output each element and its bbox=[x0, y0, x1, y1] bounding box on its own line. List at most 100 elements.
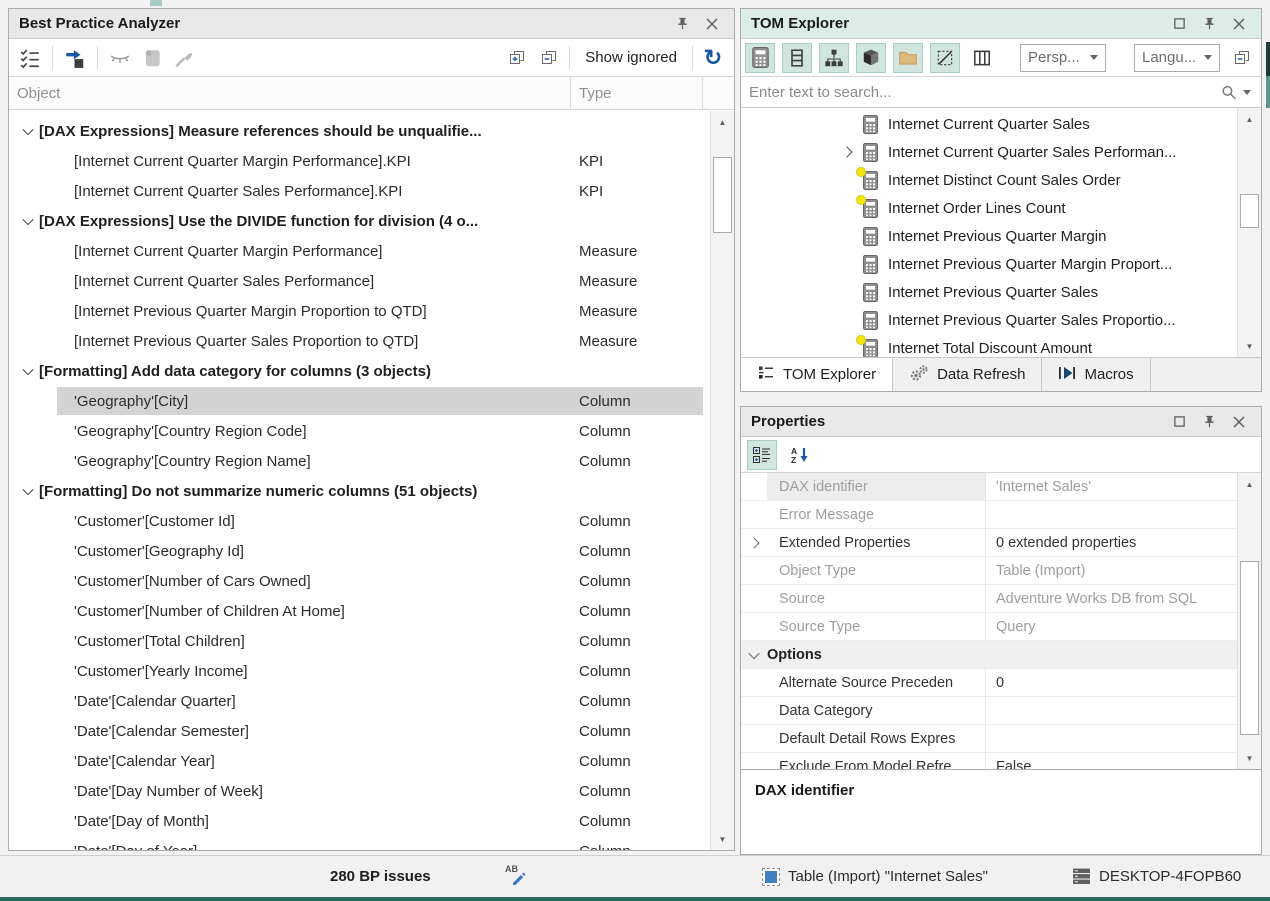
bpa-item-row[interactable]: 'Date'[Calendar Quarter]Column bbox=[9, 686, 708, 716]
bpa-item-row[interactable]: 'Geography'[Country Region Name]Column bbox=[9, 446, 708, 476]
tom-tree-item[interactable]: Internet Total Discount Amount bbox=[741, 334, 1261, 357]
filter-cube-button[interactable] bbox=[856, 43, 886, 73]
status-selected-object[interactable]: Table (Import) "Internet Sales" bbox=[762, 856, 988, 897]
scroll-thumb[interactable] bbox=[1240, 561, 1259, 735]
chevron-down-icon[interactable] bbox=[748, 647, 759, 658]
property-row[interactable]: Error Message bbox=[741, 501, 1261, 529]
filter-crossed-box-button[interactable] bbox=[930, 43, 960, 73]
sort-az-button[interactable]: AZ bbox=[785, 440, 815, 470]
property-value[interactable]: 0 bbox=[986, 669, 1261, 696]
property-value[interactable]: Adventure Works DB from SQL bbox=[986, 585, 1261, 612]
bpa-item-row[interactable]: 'Date'[Calendar Year]Column bbox=[9, 746, 708, 776]
bpa-pin-button[interactable] bbox=[674, 16, 690, 32]
tom-close-button[interactable] bbox=[1231, 16, 1247, 32]
tom-tree-item[interactable]: Internet Previous Quarter Sales bbox=[741, 278, 1261, 306]
bpa-item-row[interactable]: [Internet Current Quarter Margin Perform… bbox=[9, 236, 708, 266]
bpa-category-row[interactable]: [DAX Expressions] Measure references sho… bbox=[9, 116, 708, 146]
filter-table-rows-button[interactable] bbox=[782, 43, 812, 73]
properties-vertical-scrollbar[interactable]: ▲ ▼ bbox=[1237, 473, 1261, 769]
tab-macros[interactable]: Macros bbox=[1042, 358, 1150, 391]
property-row[interactable]: Source TypeQuery bbox=[741, 613, 1261, 641]
rename-ab-icon[interactable]: AB bbox=[505, 864, 531, 888]
property-row[interactable]: DAX identifier'Internet Sales' bbox=[741, 473, 1261, 501]
bpa-item-row[interactable]: [Internet Current Quarter Margin Perform… bbox=[9, 146, 708, 176]
collapse-all-button[interactable] bbox=[534, 43, 564, 73]
properties-close-button[interactable] bbox=[1231, 414, 1247, 430]
property-row[interactable]: Extended Properties0 extended properties bbox=[741, 529, 1261, 557]
scroll-down-arrow[interactable]: ▼ bbox=[1238, 747, 1261, 769]
chevron-right-icon[interactable] bbox=[841, 146, 852, 157]
chevron-down-icon[interactable] bbox=[22, 214, 33, 225]
bpa-item-row[interactable]: 'Customer'[Total Children]Column bbox=[9, 626, 708, 656]
tom-tree-item[interactable]: Internet Previous Quarter Sales Proporti… bbox=[741, 306, 1261, 334]
tom-tree-item[interactable]: Internet Previous Quarter Margin Proport… bbox=[741, 250, 1261, 278]
perspective-dropdown[interactable]: Persp... bbox=[1020, 44, 1106, 72]
scroll-up-arrow[interactable]: ▲ bbox=[1238, 473, 1261, 495]
property-group-header[interactable]: Options bbox=[741, 641, 1261, 669]
property-value[interactable] bbox=[986, 697, 1261, 724]
property-row[interactable]: Exclude From Model RefreFalse bbox=[741, 753, 1261, 769]
tom-tree-item[interactable]: Internet Order Lines Count bbox=[741, 194, 1261, 222]
search-options-chevron-icon[interactable] bbox=[1243, 90, 1251, 95]
property-value[interactable] bbox=[986, 501, 1261, 528]
scroll-down-arrow[interactable]: ▼ bbox=[711, 828, 734, 850]
tom-tree-item[interactable]: Internet Distinct Count Sales Order bbox=[741, 166, 1261, 194]
chevron-down-icon[interactable] bbox=[22, 124, 33, 135]
bpa-item-row[interactable]: 'Geography'[Country Region Code]Column bbox=[9, 416, 708, 446]
search-icon[interactable] bbox=[1220, 84, 1237, 101]
scroll-thumb[interactable] bbox=[713, 157, 732, 233]
scroll-thumb[interactable] bbox=[1240, 194, 1259, 228]
property-value[interactable]: Table (Import) bbox=[986, 557, 1261, 584]
categorized-button[interactable] bbox=[747, 440, 777, 470]
tom-tree-item[interactable]: Internet Current Quarter Sales Performan… bbox=[741, 138, 1261, 166]
bpa-item-row[interactable]: [Internet Current Quarter Sales Performa… bbox=[9, 266, 708, 296]
tom-vertical-scrollbar[interactable]: ▲ ▼ bbox=[1237, 108, 1261, 357]
tab-data-refresh[interactable]: Data Refresh bbox=[893, 358, 1042, 391]
tom-tree-item[interactable]: Internet Current Quarter Sales bbox=[741, 110, 1261, 138]
bpa-item-row[interactable]: 'Date'[Day of Month]Column bbox=[9, 806, 708, 836]
property-value[interactable]: False bbox=[986, 753, 1261, 769]
tom-pin-button[interactable] bbox=[1201, 16, 1217, 32]
bpa-item-row[interactable]: 'Customer'[Geography Id]Column bbox=[9, 536, 708, 566]
bpa-item-row[interactable]: 'Date'[Day Number of Week]Column bbox=[9, 776, 708, 806]
type-column-header[interactable]: Type bbox=[571, 77, 703, 109]
bpa-item-row[interactable]: 'Customer'[Customer Id]Column bbox=[9, 506, 708, 536]
property-row[interactable]: Data Category bbox=[741, 697, 1261, 725]
chevron-right-icon[interactable] bbox=[748, 537, 759, 548]
expand-all-button[interactable] bbox=[502, 43, 532, 73]
bpa-item-row[interactable]: 'Customer'[Number of Cars Owned]Column bbox=[9, 566, 708, 596]
goto-object-button[interactable] bbox=[60, 43, 90, 73]
bpa-item-row[interactable]: 'Date'[Calendar Semester]Column bbox=[9, 716, 708, 746]
filter-columns-button[interactable] bbox=[967, 43, 997, 73]
bpa-category-row[interactable]: [Formatting] Do not summarize numeric co… bbox=[9, 476, 708, 506]
bpa-item-row[interactable]: 'Customer'[Number of Children At Home]Co… bbox=[9, 596, 708, 626]
show-ignored-button[interactable]: Show ignored bbox=[575, 49, 687, 66]
property-value[interactable] bbox=[986, 725, 1261, 752]
filter-hierarchy-button[interactable] bbox=[819, 43, 849, 73]
properties-pin-button[interactable] bbox=[1201, 414, 1217, 430]
search-input[interactable] bbox=[741, 84, 1214, 101]
scroll-up-arrow[interactable]: ▲ bbox=[711, 111, 734, 133]
collapse-all-button[interactable] bbox=[1227, 43, 1257, 73]
bpa-close-button[interactable] bbox=[704, 16, 720, 32]
tom-tree-item[interactable]: Internet Previous Quarter Margin bbox=[741, 222, 1261, 250]
chevron-down-icon[interactable] bbox=[22, 364, 33, 375]
bpa-item-row[interactable]: [Internet Previous Quarter Margin Propor… bbox=[9, 296, 708, 326]
property-row[interactable]: Default Detail Rows Expres bbox=[741, 725, 1261, 753]
bp-issues-count[interactable]: 280 BP issues bbox=[330, 856, 431, 897]
status-server[interactable]: DESKTOP-4FOPB60 bbox=[1072, 856, 1241, 897]
property-value[interactable]: Query bbox=[986, 613, 1261, 640]
filter-calculator-button[interactable] bbox=[745, 43, 775, 73]
bpa-item-row[interactable]: [Internet Previous Quarter Sales Proport… bbox=[9, 326, 708, 356]
property-row[interactable]: Alternate Source Preceden0 bbox=[741, 669, 1261, 697]
properties-maximize-button[interactable] bbox=[1171, 414, 1187, 430]
filter-folder-button[interactable] bbox=[893, 43, 923, 73]
checklist-button[interactable] bbox=[15, 43, 45, 73]
bpa-category-row[interactable]: [DAX Expressions] Use the DIVIDE functio… bbox=[9, 206, 708, 236]
scroll-up-arrow[interactable]: ▲ bbox=[1238, 108, 1261, 130]
bpa-item-row[interactable]: [Internet Current Quarter Sales Performa… bbox=[9, 176, 708, 206]
property-row[interactable]: Object TypeTable (Import) bbox=[741, 557, 1261, 585]
bpa-category-row[interactable]: [Formatting] Add data category for colum… bbox=[9, 356, 708, 386]
language-dropdown[interactable]: Langu... bbox=[1134, 44, 1220, 72]
chevron-down-icon[interactable] bbox=[22, 484, 33, 495]
